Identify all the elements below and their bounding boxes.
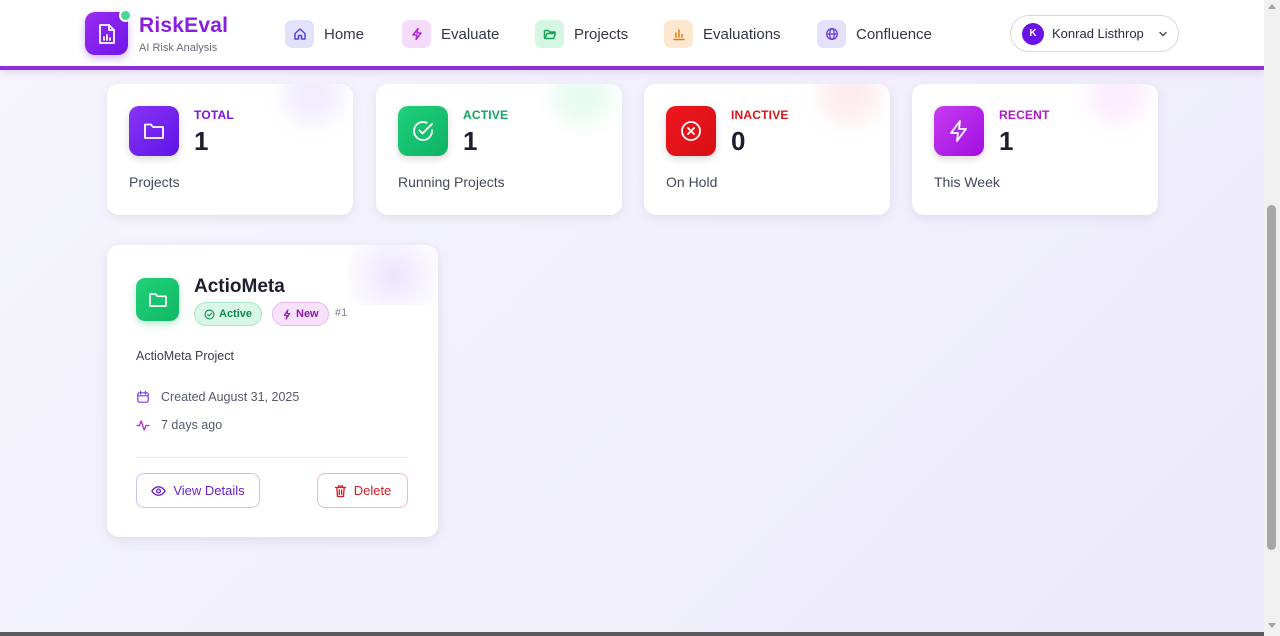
scrollbar-thumb[interactable] bbox=[1267, 205, 1276, 550]
lightning-icon bbox=[283, 308, 291, 320]
nav-evaluate-label: Evaluate bbox=[441, 25, 500, 43]
activity-icon bbox=[136, 420, 150, 431]
nav-confluence[interactable]: Confluence bbox=[817, 20, 932, 48]
stat-value: 0 bbox=[731, 126, 746, 156]
stat-card-active: ACTIVE 1 Running Projects bbox=[376, 84, 622, 215]
stat-caption: On Hold bbox=[666, 174, 718, 190]
badge-active-label: Active bbox=[219, 308, 253, 320]
check-circle-icon bbox=[398, 106, 448, 156]
created-date: Created August 31, 2025 bbox=[161, 390, 300, 404]
status-dot bbox=[119, 9, 132, 22]
badge-new-label: New bbox=[296, 308, 319, 320]
calendar-icon bbox=[137, 390, 149, 403]
stat-value: 1 bbox=[999, 126, 1014, 156]
app-logo[interactable] bbox=[85, 9, 132, 55]
stat-card-total: TOTAL 1 Projects bbox=[107, 84, 353, 215]
nav-confluence-label: Confluence bbox=[856, 25, 932, 43]
home-icon bbox=[285, 20, 314, 48]
status-badge-new: New bbox=[272, 302, 329, 326]
view-details-button[interactable]: View Details bbox=[136, 473, 260, 508]
lightning-icon bbox=[934, 106, 984, 156]
stat-caption: Running Projects bbox=[398, 174, 505, 190]
activity-row: 7 days ago bbox=[136, 418, 222, 432]
top-navbar: RiskEval AI Risk Analysis Home Evaluate … bbox=[0, 0, 1264, 70]
nav-evaluations-label: Evaluations bbox=[703, 25, 781, 43]
folder-open-icon bbox=[535, 20, 564, 48]
brand-name[interactable]: RiskEval bbox=[139, 14, 228, 38]
delete-button[interactable]: Delete bbox=[317, 473, 408, 508]
stat-label: ACTIVE bbox=[463, 108, 509, 122]
divider bbox=[136, 457, 408, 458]
nav-evaluations[interactable]: Evaluations bbox=[664, 20, 781, 48]
lightning-icon bbox=[402, 20, 431, 48]
user-name: Konrad Listhrop bbox=[1052, 26, 1144, 41]
report-icon bbox=[98, 23, 115, 44]
folder-icon bbox=[136, 278, 179, 321]
bar-chart-icon bbox=[664, 20, 693, 48]
created-row: Created August 31, 2025 bbox=[136, 390, 299, 404]
stat-caption: Projects bbox=[129, 174, 180, 190]
stat-label: TOTAL bbox=[194, 108, 234, 122]
stat-caption: This Week bbox=[934, 174, 1000, 190]
project-description: ActioMeta Project bbox=[136, 349, 234, 363]
stat-card-inactive: INACTIVE 0 On Hold bbox=[644, 84, 890, 215]
stat-label: INACTIVE bbox=[731, 108, 789, 122]
eye-icon bbox=[151, 485, 167, 496]
user-menu-button[interactable]: K Konrad Listhrop bbox=[1010, 15, 1179, 52]
chevron-down-icon bbox=[1158, 29, 1168, 39]
nav-home[interactable]: Home bbox=[285, 20, 364, 48]
project-title[interactable]: ActioMeta bbox=[194, 276, 285, 298]
stat-value: 1 bbox=[463, 126, 478, 156]
view-details-label: View Details bbox=[173, 483, 245, 498]
scroll-up-icon[interactable] bbox=[1268, 4, 1276, 9]
updated-time: 7 days ago bbox=[161, 418, 223, 432]
folder-icon bbox=[129, 106, 179, 156]
trash-icon bbox=[334, 484, 346, 497]
brand-subtitle: AI Risk Analysis bbox=[139, 42, 218, 54]
nav-home-label: Home bbox=[324, 25, 365, 43]
delete-label: Delete bbox=[353, 483, 392, 498]
check-circle-icon bbox=[204, 309, 215, 319]
project-number: #1 bbox=[335, 307, 348, 319]
project-card[interactable]: ActioMeta Active New #1 ActioMeta Projec… bbox=[107, 245, 438, 537]
avatar: K bbox=[1022, 22, 1044, 45]
vertical-scrollbar[interactable] bbox=[1264, 0, 1280, 636]
nav-evaluate[interactable]: Evaluate bbox=[402, 20, 499, 48]
nav-projects-label: Projects bbox=[574, 25, 629, 43]
bottom-edge bbox=[0, 632, 1264, 636]
stat-value: 1 bbox=[194, 126, 209, 156]
x-circle-icon bbox=[666, 106, 716, 156]
nav-projects[interactable]: Projects bbox=[535, 20, 628, 48]
scroll-down-icon[interactable] bbox=[1268, 623, 1276, 628]
stat-card-recent: RECENT 1 This Week bbox=[912, 84, 1158, 215]
stat-label: RECENT bbox=[999, 108, 1050, 122]
globe-icon bbox=[817, 20, 846, 48]
status-badge-active: Active bbox=[194, 302, 263, 326]
